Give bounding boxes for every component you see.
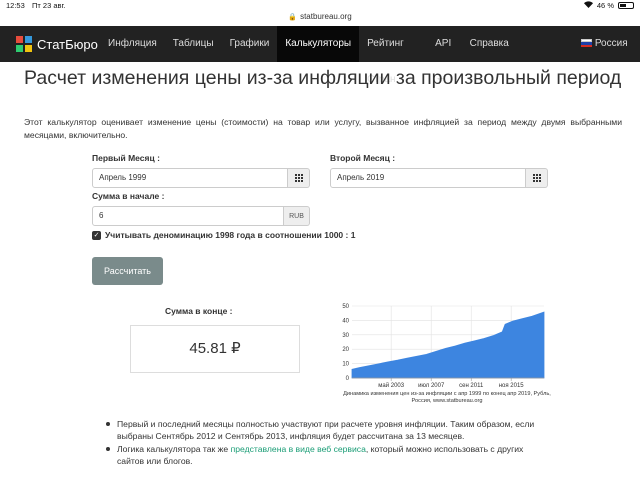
country-label: Россия [594,38,628,49]
nav-item-1[interactable]: Таблицы [165,26,222,62]
chart-y-tick-label: 30 [342,333,349,339]
status-right: 46 % [583,1,634,10]
nav-item-label: Справка [469,38,509,49]
date: Пт 23 авг. [32,1,66,10]
battery-icon [618,2,634,9]
nav-item-2[interactable]: Графики [222,26,278,81]
notes-list: Первый и последний месяцы полностью учас… [103,418,543,468]
second-month-label: Второй Месяц : [330,153,396,163]
chart-x-tick-label: июл 2007 [418,383,445,389]
chart-series-area [351,311,545,379]
nav-item-label: Таблицы [172,38,214,49]
url-host: statbureau.org [300,12,352,21]
first-month-input[interactable]: Апрель 1999 [92,168,288,188]
chart-x-tick-label: сен 2011 [459,383,484,389]
status-bar: 12:53 Пт 23 авг. 46 % [0,0,640,10]
country-selector[interactable]: Россия [573,26,640,81]
chart-y-tick-label: 40 [342,318,349,324]
page-description: Этот калькулятор оценивает изменение цен… [24,117,622,140]
start-sum-label: Сумма в начале : [92,191,165,201]
chart-x-tick-label: ноя 2015 [499,383,525,389]
statbureau-logo-icon [16,35,33,53]
nav-item-label: Калькуляторы [285,38,352,49]
result-label: Сумма в конце : [165,306,233,316]
chart-y-tick-label: 10 [342,362,349,368]
currency-addon: RUB [284,206,310,226]
battery-percent: 46 % [596,1,614,10]
battery-fill [620,4,626,7]
calculate-button[interactable]: Рассчитать [92,257,163,285]
note-text: Логика калькулятора так же [117,444,231,454]
chart-caption: Динамика изменения цен из-за инфляции с … [343,391,551,404]
note-item: Логика калькулятора так же представлена … [103,443,543,467]
calendar-grid-icon [294,174,303,182]
wifi-icon [583,1,593,10]
note-text: Первый и последний месяцы полностью учас… [117,419,535,441]
nav-item-6[interactable]: Справка [462,26,517,62]
brand-name: СтатБюро [37,36,98,52]
denomination-row[interactable]: ✓ Учитывать деноминацию 1998 года в соот… [92,230,355,240]
nav-item-4[interactable]: Рейтинг Стран [359,26,427,85]
russia-flag-icon [580,39,592,48]
nav-item-label: API [435,38,452,49]
start-sum-input[interactable]: 6 [92,206,284,226]
brand-link[interactable]: СтатБюро [0,26,100,62]
page-title: Расчет изменения цены из-за инфляции за … [24,67,622,89]
nav-item-label: Инфляция [108,38,157,49]
second-month-picker-button[interactable] [526,168,548,188]
nav-menu: Инфляция Таблицы Графики Калькуляторы Рейтин… [100,26,517,85]
nav-item-0[interactable]: Инфляция [100,26,165,62]
calendar-grid-icon [532,174,541,182]
denomination-label: Учитывать деноминацию 1998 года в соотно… [105,230,356,240]
chart-y-tick-label: 20 [342,347,349,353]
inflation-chart: 0 10 20 30 40 50 май 2003 июл 2007 сен 2011 ноя 2… [342,304,545,389]
address-bar[interactable]: 🔒 statbureau.org [0,10,640,26]
nav-item-5[interactable]: API [427,26,461,81]
clock: 12:53 [6,1,25,10]
lock-icon: 🔒 [288,14,298,21]
result-value: 45.81 ₽ [130,325,300,373]
web-service-link[interactable]: представлена в виде веб сервиса [231,444,366,454]
denomination-checkbox[interactable]: ✓ [92,230,101,240]
chart-y-tick-label: 0 [346,376,350,382]
first-month-label: Первый Месяц : [92,153,160,163]
note-item: Первый и последний месяцы полностью учас… [103,418,543,442]
navbar: СтатБюро Инфляция Таблицы Графики Калькулят… [0,26,640,85]
chart-x-tick-label: май 2003 [378,382,404,389]
first-month-picker-button[interactable] [288,168,310,188]
second-month-input[interactable]: Апрель 2019 [330,168,526,188]
nav-item-3[interactable]: Калькуляторы [277,26,360,62]
chart-y-tick-label: 50 [342,304,349,310]
nav-item-label: Графики [229,38,270,49]
